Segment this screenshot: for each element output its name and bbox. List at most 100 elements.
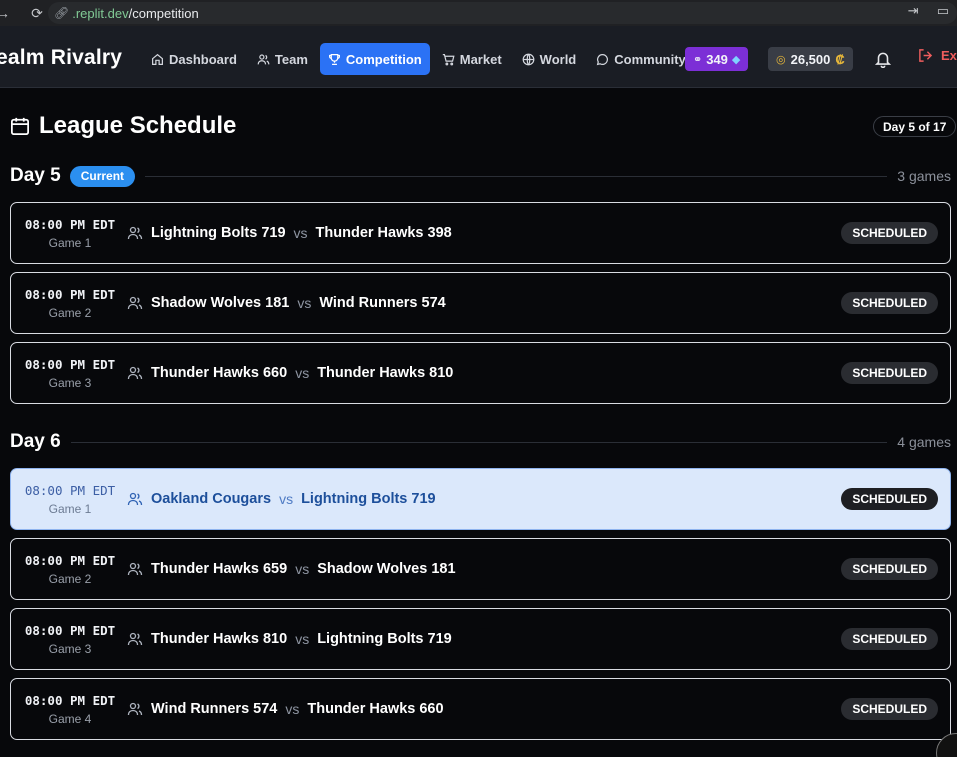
- vs-label: vs: [293, 225, 308, 241]
- nav-label: Competition: [345, 51, 422, 67]
- calendar-icon: [11, 117, 29, 135]
- away-team: Thunder Hawks 810: [317, 365, 454, 381]
- day-section-header: Day 5 Current 3 games: [10, 164, 951, 188]
- logout-label: Ex: [941, 48, 957, 63]
- brand-title[interactable]: ealm Rivalry: [0, 46, 122, 70]
- vs-label: vs: [279, 491, 294, 507]
- forward-icon[interactable]: →: [0, 2, 14, 24]
- game-row[interactable]: 08:00 PM EDT Game 4 Wind Runners 574 vs …: [10, 678, 951, 740]
- status-badge: SCHEDULED: [841, 222, 938, 244]
- status-badge: SCHEDULED: [841, 488, 938, 510]
- users-icon: [127, 366, 143, 380]
- home-team: Shadow Wolves 181: [151, 295, 290, 311]
- link-icon: 🔗︎: [54, 6, 70, 20]
- game-number: Game 1: [48, 501, 92, 516]
- home-team: Thunder Hawks 659: [151, 561, 288, 577]
- nav-dashboard[interactable]: Dashboard: [143, 43, 245, 75]
- users-icon: [127, 226, 143, 240]
- cart-icon: [442, 53, 455, 65]
- day-label: Day 5: [10, 165, 61, 186]
- divider: [70, 441, 888, 443]
- status-badge: SCHEDULED: [841, 558, 938, 580]
- reload-icon[interactable]: ⟳: [26, 2, 48, 24]
- browser-toolbar: → ⟳ 🔗︎ .replit.dev /competition ⇥ ▭: [0, 0, 957, 26]
- globe-icon: [522, 53, 535, 65]
- coins-balance[interactable]: ◎ 26,500 ₡: [768, 47, 853, 71]
- game-number: Game 1: [48, 235, 92, 250]
- status-badge: SCHEDULED: [841, 628, 938, 650]
- nav-label: World: [539, 51, 577, 67]
- chat-icon: [597, 53, 609, 65]
- game-row[interactable]: 08:00 PM EDT Game 1 Lightning Bolts 719 …: [10, 202, 951, 264]
- users-icon: [127, 296, 143, 310]
- home-team: Thunder Hawks 660: [151, 365, 288, 381]
- game-time: 08:00 PM EDT: [24, 286, 116, 302]
- nav-team[interactable]: Team: [249, 43, 316, 75]
- game-time: 08:00 PM EDT: [24, 356, 116, 372]
- game-row[interactable]: 08:00 PM EDT Game 3 Thunder Hawks 660 vs…: [10, 342, 951, 404]
- nav-label: Community: [614, 51, 686, 67]
- game-number: Game 3: [48, 641, 92, 656]
- coins-value: 26,500: [790, 51, 831, 67]
- game-number: Game 3: [48, 375, 92, 390]
- home-team: Lightning Bolts 719: [151, 225, 286, 241]
- nav-market[interactable]: Market: [434, 43, 510, 75]
- main-nav: Dashboard Team Competition Market World …: [143, 43, 694, 75]
- nav-world[interactable]: World: [514, 43, 585, 75]
- home-team: Wind Runners 574: [151, 701, 278, 717]
- coin-symbol: ₡: [835, 51, 845, 67]
- day-section-header: Day 6 4 games: [10, 430, 951, 454]
- home-team: Thunder Hawks 810: [151, 631, 288, 647]
- gems-balance[interactable]: ⚭ 349 ◆: [685, 47, 749, 71]
- url-host: .replit.dev: [72, 5, 129, 21]
- current-badge: Current: [69, 165, 136, 187]
- game-time: 08:00 PM EDT: [24, 692, 116, 708]
- users-icon: [127, 492, 143, 506]
- game-row-user-team[interactable]: 08:00 PM EDT Game 1 Oakland Cougars vs L…: [10, 468, 951, 530]
- vs-label: vs: [295, 631, 310, 647]
- nav-competition[interactable]: Competition: [319, 43, 430, 75]
- game-number: Game 2: [48, 305, 92, 320]
- status-badge: SCHEDULED: [841, 362, 938, 384]
- game-row[interactable]: 08:00 PM EDT Game 2 Shadow Wolves 181 vs…: [10, 272, 951, 334]
- home-team: Oakland Cougars: [151, 491, 272, 507]
- game-time: 08:00 PM EDT: [24, 482, 116, 498]
- send-icon[interactable]: ⇥: [908, 3, 919, 19]
- game-number: Game 2: [48, 571, 92, 586]
- away-team: Lightning Bolts 719: [301, 491, 436, 507]
- users-icon: [127, 702, 143, 716]
- vs-label: vs: [297, 295, 312, 311]
- logout-button[interactable]: Ex: [918, 48, 957, 63]
- coins-icon: ◎: [776, 53, 786, 66]
- games-count: 3 games: [897, 168, 951, 184]
- game-row[interactable]: 08:00 PM EDT Game 2 Thunder Hawks 659 vs…: [10, 538, 951, 600]
- nav-community[interactable]: Community: [588, 43, 694, 75]
- game-number: Game 4: [48, 711, 92, 726]
- status-badge: SCHEDULED: [841, 292, 938, 314]
- vs-label: vs: [295, 365, 310, 381]
- nav-label: Team: [274, 51, 308, 67]
- bell-icon[interactable]: [874, 50, 892, 68]
- nav-label: Dashboard: [169, 51, 237, 67]
- display-icon[interactable]: ▭: [937, 3, 949, 19]
- app-header: ealm Rivalry Dashboard Team Competition …: [0, 26, 957, 88]
- game-row[interactable]: 08:00 PM EDT Game 3 Thunder Hawks 810 vs…: [10, 608, 951, 670]
- page-title: League Schedule: [39, 112, 237, 139]
- users-icon: [127, 632, 143, 646]
- away-team: Lightning Bolts 719: [317, 631, 452, 647]
- day-label: Day 6: [10, 431, 61, 452]
- away-team: Thunder Hawks 660: [307, 701, 444, 717]
- users-icon: [127, 562, 143, 576]
- url-path: /competition: [128, 5, 199, 21]
- home-icon: [152, 53, 163, 65]
- game-time: 08:00 PM EDT: [24, 622, 116, 638]
- away-team: Thunder Hawks 398: [315, 225, 452, 241]
- away-team: Shadow Wolves 181: [317, 561, 456, 577]
- address-bar[interactable]: 🔗︎ .replit.dev /competition: [48, 2, 957, 24]
- day-progress-badge: Day 5 of 17: [873, 116, 957, 137]
- games-count: 4 games: [897, 434, 951, 450]
- away-team: Wind Runners 574: [319, 295, 446, 311]
- schedule-header: League Schedule: [10, 112, 236, 140]
- logout-icon: [919, 49, 933, 62]
- diamond-icon: ◆: [731, 53, 741, 66]
